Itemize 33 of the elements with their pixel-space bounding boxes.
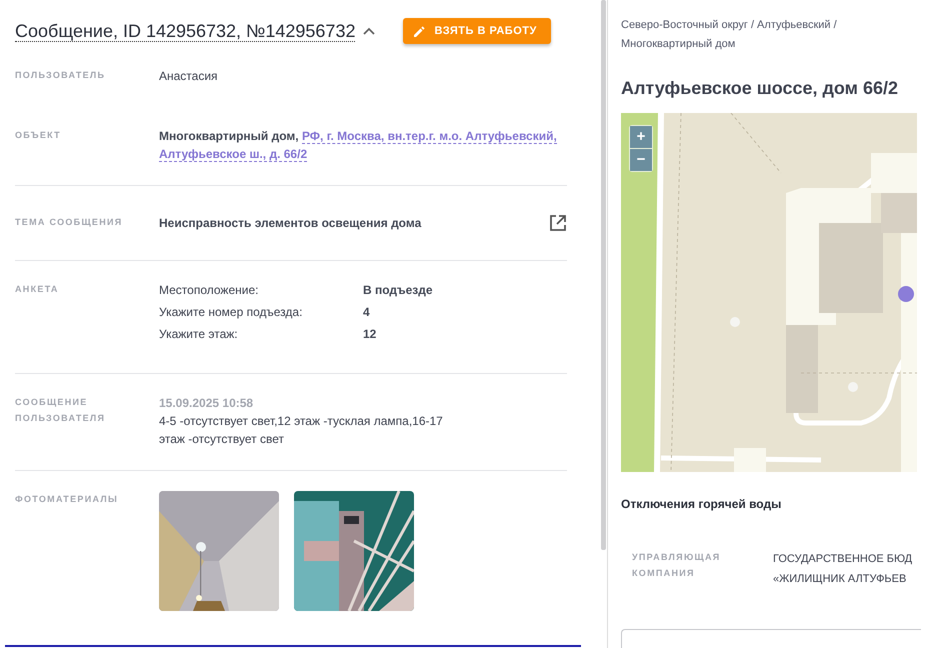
message-time: 15.09.2025 10:58 (159, 395, 254, 412)
collapse-icon[interactable] (363, 26, 376, 36)
survey-question: Укажите номер подъезда: (159, 304, 304, 321)
external-link-icon[interactable] (549, 214, 567, 232)
address-link[interactable]: Алтуфьевское ш., д. 66/2 (159, 147, 308, 162)
survey-question: Укажите этаж: (159, 326, 239, 343)
pencil-icon (414, 26, 426, 36)
zoom-in-button[interactable]: + (630, 126, 652, 148)
field-label: ФОТОМАТЕРИАЛЫ (15, 493, 120, 506)
user-name: Анастасия (159, 69, 218, 83)
message-text: 4-5 -отсутствует свет,12 этаж -тусклая лампа,16-17 этаж -отсутствует свет (159, 413, 444, 448)
survey-answer: 4 (363, 304, 371, 321)
field-label: ТЕМА СООБЩЕНИЯ (15, 216, 124, 229)
field-label: СООБЩЕНИЕ ПОЛЬЗОВАТЕЛЯ (15, 396, 106, 425)
take-button[interactable]: ВЗЯТЬ В РАБОТУ (403, 18, 551, 44)
field-label: АНКЕТА (15, 283, 60, 296)
object-description: Многоквартирный дом, РФ, г. Москва, вн.тер.г. м.о. Алтуфьевский, Алтуфьевское ш., д. 66/2 (159, 128, 558, 163)
company-name: ГОСУДАРСТВЕННОЕ БЮД (773, 552, 914, 567)
survey-answer: 12 (363, 326, 378, 343)
message-topic: Неисправность элементов освещения дома (159, 216, 422, 230)
scrollbar[interactable] (601, 0, 606, 550)
section-heading: Отключения горячей воды (621, 497, 782, 511)
field-label: ПОЛЬЗОВАТЕЛЬ (15, 69, 106, 82)
message-title: Сообщение, ID 142956732, №142956732 (15, 20, 356, 42)
address-heading: Алтуфьевское шоссе, дом 66/2 (621, 78, 900, 99)
breadcrumb: Северо-Восточный округ / Алтуфьевский / Многоквартирный дом (621, 18, 838, 52)
zoom-out-button[interactable]: − (630, 149, 652, 171)
address-link[interactable]: РФ, г. Москва, вн.тер.г. м.о. Алтуфьевский, (302, 129, 557, 144)
company-name: «ЖИЛИЩНИК АЛТУФЬЕВ (773, 572, 908, 587)
survey-question: Местоположение: (159, 282, 260, 299)
survey-answer: В подъезде (363, 282, 434, 299)
field-label: ОБЪЕКТ (15, 129, 62, 142)
field-label: УПРАВЛЯЮЩАЯ КОМПАНИЯ (632, 551, 722, 580)
